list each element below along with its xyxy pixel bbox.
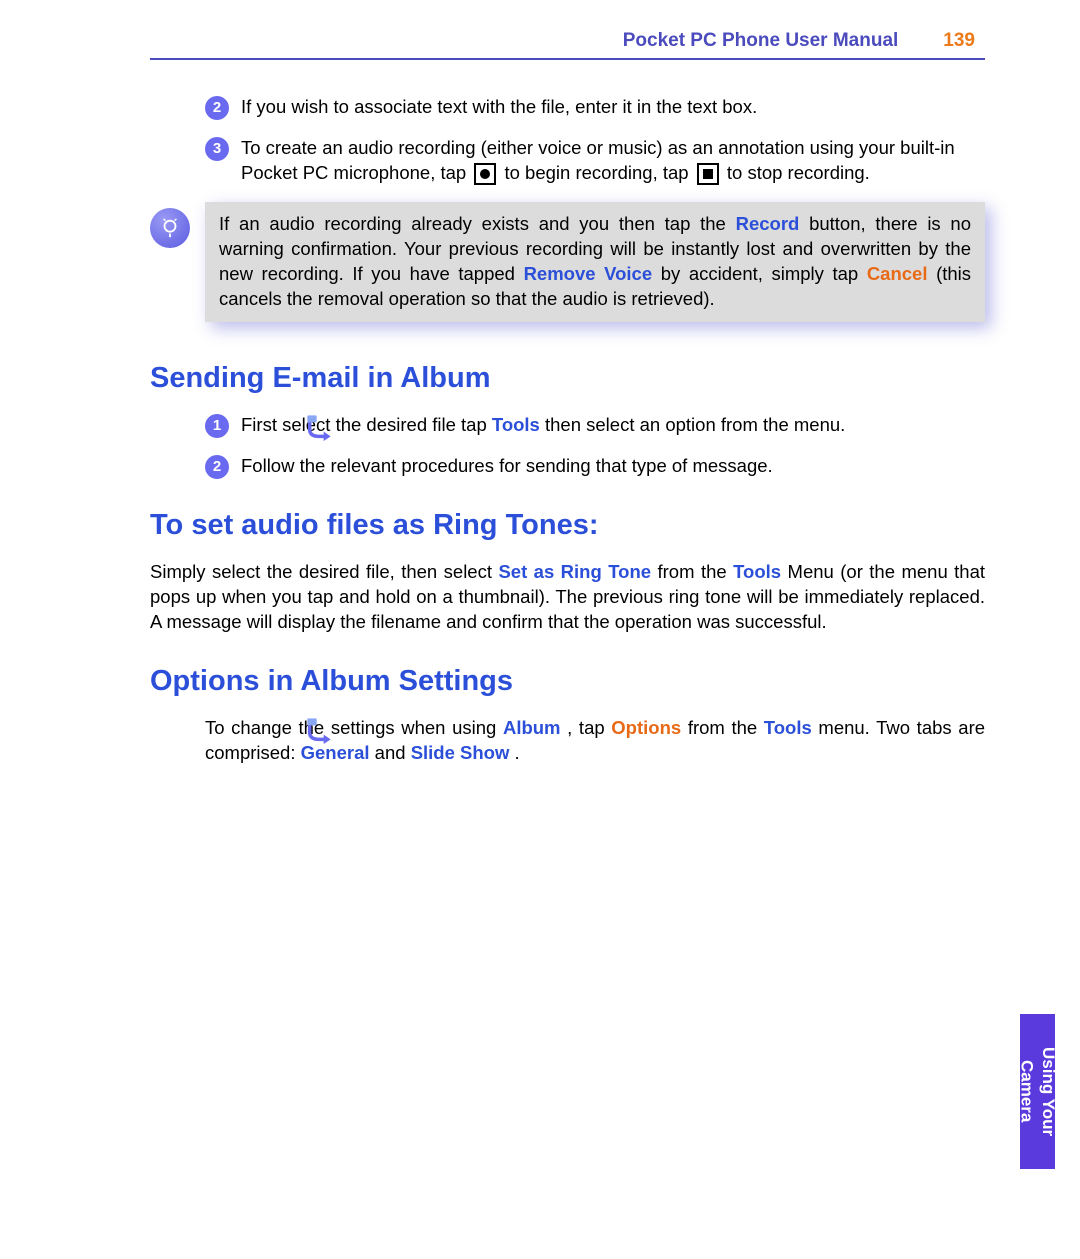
manual-title: Pocket PC Phone User Manual xyxy=(623,30,899,52)
keyword-remove-voice: Remove Voice xyxy=(524,263,653,284)
email-step-1-text: First select the desired file tap Tools … xyxy=(241,413,985,438)
step-bullet-icon: 1 xyxy=(205,414,229,438)
heading-ring-tones: To set audio files as Ring Tones: xyxy=(150,509,985,542)
page-number: 139 xyxy=(943,30,975,52)
heading-options-album: Options in Album Settings xyxy=(150,665,985,698)
step-bullet-icon: 2 xyxy=(205,96,229,120)
text-fragment: by accident, simply tap xyxy=(661,263,867,284)
keyword-album: Album xyxy=(503,717,561,738)
keyword-record: Record xyxy=(736,213,800,234)
heading-sending-email: Sending E-mail in Album xyxy=(150,362,985,395)
keyword-cancel: Cancel xyxy=(867,263,928,284)
email-step-2: 2 Follow the relevant procedures for sen… xyxy=(205,454,985,479)
top-step-list: 2 If you wish to associate text with the… xyxy=(205,95,985,186)
step-2-text: If you wish to associate text with the f… xyxy=(241,95,985,120)
keyword-tools: Tools xyxy=(492,414,540,435)
tip-box: If an audio recording already exists and… xyxy=(205,202,985,322)
step-3-text: To create an audio recording (either voi… xyxy=(241,136,985,186)
step-bullet-icon: 3 xyxy=(205,137,229,161)
text-fragment: from the xyxy=(658,561,734,582)
email-step-2-text: Follow the relevant procedures for sendi… xyxy=(241,454,985,479)
text-fragment: then select an option from the menu. xyxy=(545,414,845,435)
header-rule xyxy=(150,58,985,60)
step-2: 2 If you wish to associate text with the… xyxy=(205,95,985,120)
keyword-set-ring-tone: Set as Ring Tone xyxy=(498,561,651,582)
record-icon xyxy=(474,163,496,185)
page-header: Pocket PC Phone User Manual 139 xyxy=(150,30,985,52)
pointer-arrow-icon xyxy=(305,413,333,441)
lightbulb-icon xyxy=(150,208,190,248)
step-3: 3 To create an audio recording (either v… xyxy=(205,136,985,186)
text-fragment: . xyxy=(515,742,520,763)
pointer-arrow-icon xyxy=(305,716,333,744)
section-side-tab: Using Your Camera xyxy=(1020,1014,1055,1169)
tip-callout: If an audio recording already exists and… xyxy=(150,202,985,322)
text-fragment: to begin recording, tap xyxy=(504,162,693,183)
text-fragment: First select the desired file tap xyxy=(241,414,492,435)
text-fragment: from the xyxy=(688,717,764,738)
ring-tones-paragraph: Simply select the desired file, then sel… xyxy=(150,560,985,635)
keyword-tools: Tools xyxy=(733,561,781,582)
keyword-options: Options xyxy=(611,717,681,738)
stop-icon xyxy=(697,163,719,185)
text-fragment: To change the settings when using xyxy=(205,717,503,738)
text-fragment: If an audio recording already exists and… xyxy=(219,213,736,234)
text-fragment: , tap xyxy=(567,717,611,738)
keyword-tools: Tools xyxy=(764,717,812,738)
keyword-slide-show: Slide Show xyxy=(411,742,510,763)
text-fragment: and xyxy=(375,742,411,763)
text-fragment: to stop recording. xyxy=(727,162,870,183)
text-fragment: Simply select the desired file, then sel… xyxy=(150,561,498,582)
step-bullet-icon: 2 xyxy=(205,455,229,479)
keyword-general: General xyxy=(301,742,370,763)
